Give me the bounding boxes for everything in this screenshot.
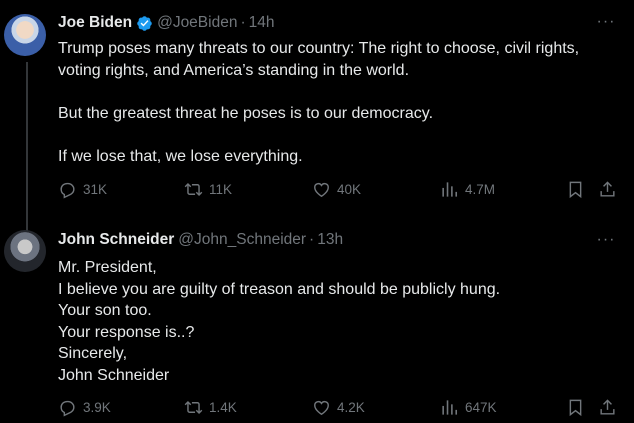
tweet-text-line: But the greatest threat he poses is to o…	[58, 104, 434, 122]
tweet-text-line: I believe you are guilty of treason and …	[58, 280, 501, 298]
more-options-icon[interactable]: ···	[596, 230, 616, 250]
views-button[interactable]: 4.7M	[440, 180, 495, 199]
author-handle[interactable]: @JoeBiden	[157, 14, 237, 32]
tweet-text-line: voting rights, and America’s standing in…	[58, 61, 410, 79]
tweet-text-line: If we lose that, we lose everything.	[58, 147, 303, 165]
share-icon	[600, 399, 615, 415]
author-name[interactable]: John Schneider	[58, 231, 174, 249]
repost-count: 11K	[209, 182, 233, 197]
views-count: 647K	[465, 400, 497, 415]
reply-count: 31K	[83, 182, 108, 197]
like-icon	[314, 182, 329, 198]
share-button[interactable]	[598, 398, 617, 417]
action-bar: 3.9K 1.4K 4.2K 647K	[58, 398, 624, 420]
avatar[interactable]	[4, 14, 46, 56]
author-name[interactable]: Joe Biden	[58, 14, 132, 32]
views-count: 4.7M	[465, 182, 496, 197]
like-button[interactable]: 40K	[312, 180, 361, 199]
separator-dot: ·	[240, 14, 246, 31]
tweet-text-line: Mr. President,	[58, 259, 157, 276]
bookmark-icon	[569, 399, 582, 417]
avatar[interactable]	[4, 230, 46, 272]
tweet-text-line	[58, 124, 618, 146]
reply-icon	[60, 182, 75, 199]
like-count: 4.2K	[337, 400, 365, 415]
tweet-text-line: Your response is..?	[58, 323, 195, 341]
views-icon	[442, 400, 458, 415]
like-button[interactable]: 4.2K	[312, 398, 365, 417]
timestamp[interactable]: 13h	[317, 231, 343, 249]
tweet-text: Mr. President, I believe you are guilty …	[58, 257, 618, 386]
separator-dot: ·	[309, 231, 315, 248]
tweet-text-line: John Schneider	[58, 366, 170, 384]
thread-line	[26, 62, 28, 232]
verified-badge-icon	[137, 15, 152, 31]
reply-button[interactable]: 31K	[58, 180, 107, 199]
reply-button[interactable]: 3.9K	[58, 398, 111, 417]
like-count: 40K	[337, 182, 362, 197]
bookmark-button[interactable]	[566, 180, 585, 199]
tweet-header: Joe Biden @JoeBiden · 14h	[58, 14, 275, 32]
tweet-text: Trump poses many threats to our country:…	[58, 38, 618, 167]
like-icon	[314, 400, 329, 416]
author-handle[interactable]: @John_Schneider	[178, 231, 306, 249]
action-bar: 31K 11K 40K 4.7M	[58, 180, 624, 202]
reply-count: 3.9K	[83, 400, 111, 415]
tweet-text-line	[58, 81, 618, 103]
reply-icon	[60, 400, 75, 417]
tweet-header: John Schneider @John_Schneider · 13h	[58, 231, 343, 249]
bookmark-button[interactable]	[566, 398, 585, 417]
repost-button[interactable]: 11K	[184, 180, 232, 199]
more-options-icon[interactable]: ···	[596, 12, 616, 32]
repost-icon	[184, 182, 203, 197]
tweet-text-line: Sincerely,	[58, 345, 128, 362]
repost-button[interactable]: 1.4K	[184, 398, 237, 417]
views-button[interactable]: 647K	[440, 398, 497, 417]
tweet-text-line: Your son too.	[58, 302, 152, 319]
share-button[interactable]	[598, 180, 617, 199]
repost-icon	[184, 400, 203, 415]
timestamp[interactable]: 14h	[249, 14, 275, 32]
tweet[interactable]: John Schneider @John_Schneider · 13h ···…	[0, 222, 634, 423]
share-icon	[600, 181, 615, 197]
tweet[interactable]: Joe Biden @JoeBiden · 14h ··· Trump pose…	[0, 0, 634, 232]
views-icon	[442, 182, 458, 197]
bookmark-icon	[569, 181, 582, 199]
repost-count: 1.4K	[209, 400, 237, 415]
tweet-text-line: Trump poses many threats to our country:…	[58, 40, 580, 57]
